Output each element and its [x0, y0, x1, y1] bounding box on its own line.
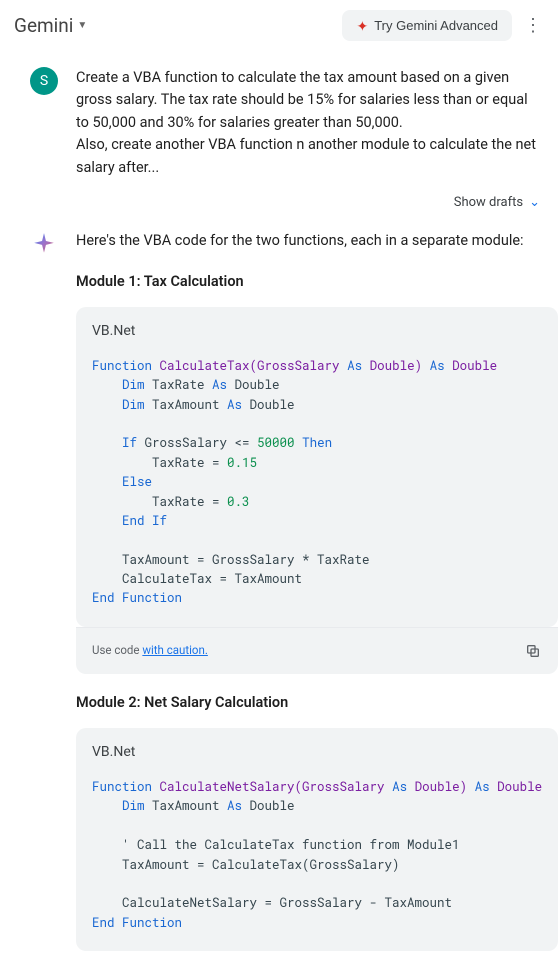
user-message-text: Create a VBA function to calculate the t…	[76, 67, 544, 179]
copy-icon	[525, 643, 541, 659]
ai-message-body: Here's the VBA code for the two function…	[76, 230, 558, 951]
try-advanced-button[interactable]: ✦ Try Gemini Advanced	[342, 10, 512, 41]
chevron-down-icon: ⌄	[529, 195, 540, 210]
chat-content: S Create a VBA function to calculate the…	[0, 51, 558, 957]
more-icon[interactable]: ⋮	[522, 15, 544, 36]
app-title: Gemini	[14, 14, 73, 37]
gemini-spark-icon	[31, 231, 57, 257]
module1-title: Module 1: Tax Calculation	[76, 271, 558, 293]
header: Gemini ▼ ✦ Try Gemini Advanced ⋮	[0, 0, 558, 51]
drafts-row: Show drafts ⌄	[0, 185, 558, 224]
code-footer-1: Use code with caution.	[76, 627, 558, 674]
copy-code-button[interactable]	[520, 638, 546, 664]
ai-intro-text: Here's the VBA code for the two function…	[76, 230, 558, 252]
ai-message-row: Here's the VBA code for the two function…	[0, 224, 558, 957]
show-drafts-label: Show drafts	[454, 195, 523, 210]
module2-title: Module 2: Net Salary Calculation	[76, 692, 558, 714]
code-lang-label: VB.Net	[76, 307, 558, 353]
app-switcher[interactable]: Gemini ▼	[14, 14, 87, 37]
code-content-2: Function CalculateNetSalary(GrossSalary …	[76, 774, 558, 951]
user-avatar-letter: S	[40, 73, 48, 89]
user-message-row: S Create a VBA function to calculate the…	[0, 61, 558, 185]
code-content-1: Function CalculateTax(GrossSalary As Dou…	[76, 353, 558, 627]
code-block-2: VB.Net Function CalculateNetSalary(Gross…	[76, 728, 558, 951]
gemini-avatar	[30, 230, 58, 258]
try-advanced-label: Try Gemini Advanced	[374, 18, 498, 33]
header-right: ✦ Try Gemini Advanced ⋮	[342, 10, 544, 41]
user-avatar: S	[30, 67, 58, 95]
code-caution-text: Use code with caution.	[92, 642, 208, 660]
caution-link[interactable]: with caution.	[142, 643, 208, 657]
sparkle-icon: ✦	[356, 19, 368, 33]
code-block-1: VB.Net Function CalculateTax(GrossSalary…	[76, 307, 558, 627]
code-lang-label-2: VB.Net	[76, 728, 558, 774]
show-drafts-button[interactable]: Show drafts ⌄	[454, 195, 540, 210]
caret-down-icon: ▼	[77, 20, 87, 31]
